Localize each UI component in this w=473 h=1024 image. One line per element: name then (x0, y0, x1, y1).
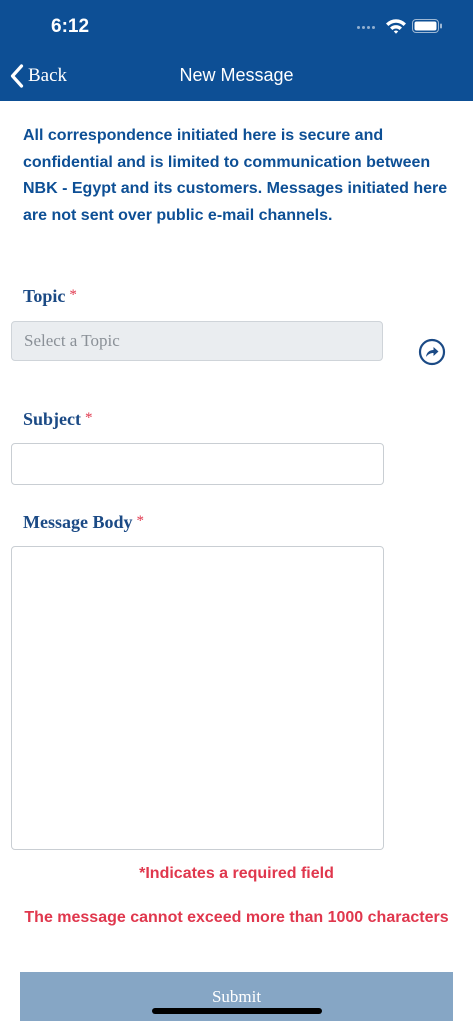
signal-icon (357, 25, 379, 31)
message-body-label: Message Body * (23, 512, 144, 533)
status-bar: 6:12 (0, 0, 473, 50)
status-time: 6:12 (51, 16, 90, 37)
character-limit-note: The message cannot exceed more than 1000… (24, 909, 449, 926)
message-body-label-text: Message Body (23, 512, 133, 532)
subject-input[interactable] (11, 443, 384, 485)
topic-label: Topic * (23, 286, 77, 307)
required-marker: * (69, 287, 77, 303)
topic-select[interactable]: Select a Topic (11, 321, 383, 361)
security-notice: All correspondence initiated here is sec… (23, 127, 448, 224)
topic-label-text: Topic (23, 286, 66, 306)
subject-label-text: Subject (23, 409, 81, 429)
required-marker: * (136, 513, 145, 529)
required-marker: * (85, 410, 93, 426)
home-indicator (152, 1008, 322, 1014)
page-title: New Message (179, 65, 294, 85)
message-body-input[interactable] (11, 546, 384, 850)
navigation-bar: Back New Message (0, 50, 473, 101)
subject-label: Subject * (23, 409, 93, 430)
wifi-icon (386, 19, 406, 34)
share-arrow-icon[interactable] (418, 338, 446, 366)
battery-icon (412, 19, 442, 33)
required-field-note: *Indicates a required field (139, 865, 334, 882)
